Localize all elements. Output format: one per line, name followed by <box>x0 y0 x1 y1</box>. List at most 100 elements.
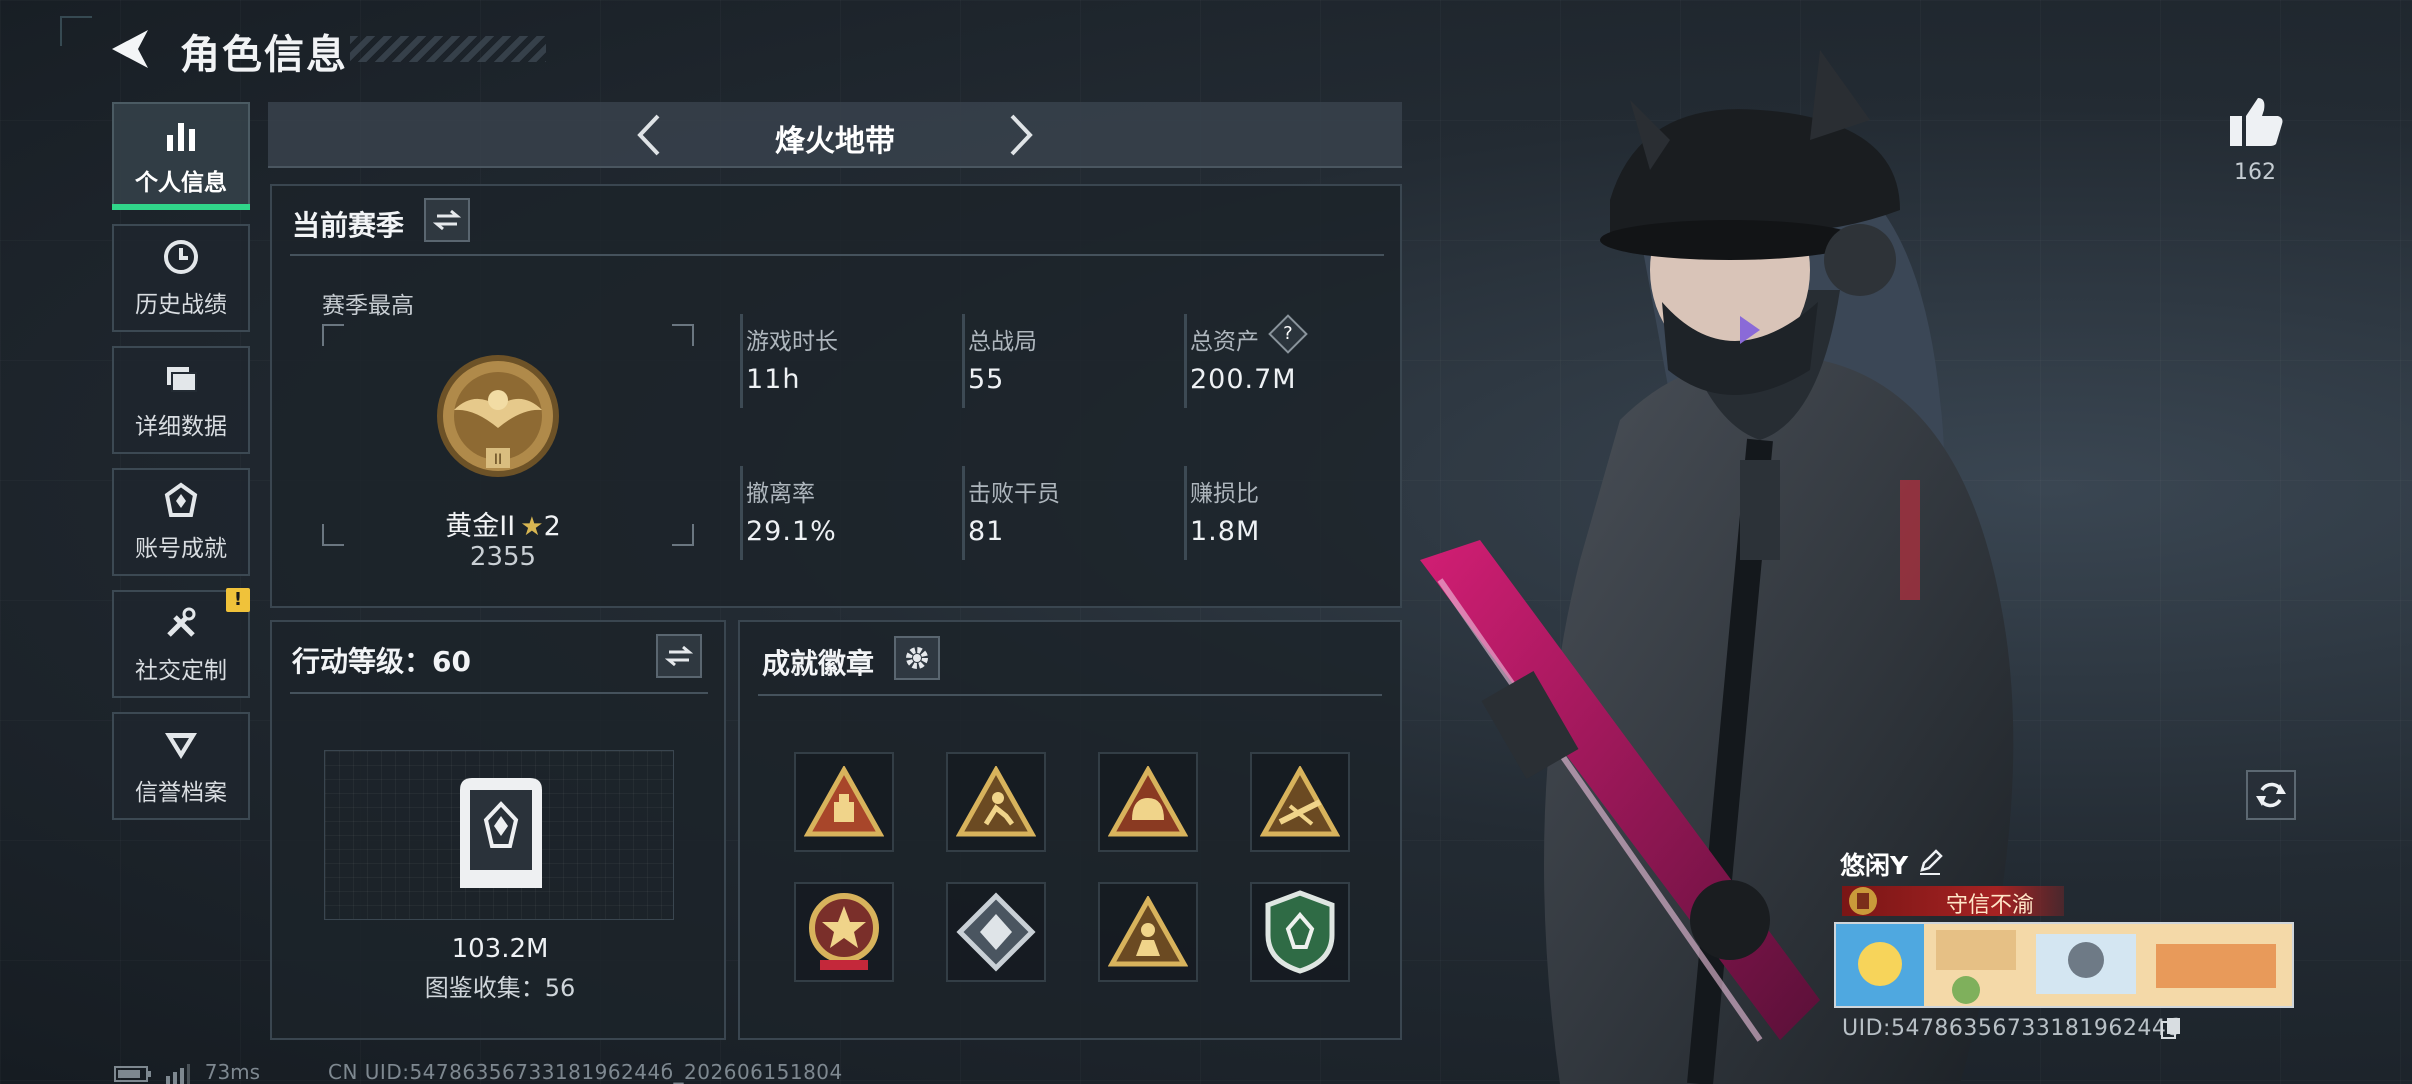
stat-label: 赚损比 <box>1190 481 1259 507</box>
thumbs-up-icon <box>2230 98 2283 146</box>
name-card-banner[interactable] <box>1834 922 2294 1008</box>
sidebar-item-account-achievement[interactable]: 账号成就 <box>112 468 250 576</box>
frame-corner <box>322 524 344 546</box>
sidebar-item-label: 历史战绩 <box>135 292 227 318</box>
stat-marker <box>962 466 965 560</box>
stat-label: 总资产 <box>1190 329 1259 355</box>
mode-next-button[interactable] <box>996 112 1042 158</box>
stat-marker <box>1184 314 1187 408</box>
player-title: 守信不渝 <box>1946 893 2035 918</box>
achievement-badge[interactable] <box>1098 752 1198 852</box>
rank-line: 黄金II ★2 <box>428 504 578 543</box>
rank-score: 2355 <box>469 542 537 572</box>
footer-uid: CN UID:5478635673318196244б_202606151804 <box>328 1060 843 1084</box>
green-shield-badge-icon <box>1265 890 1335 974</box>
gear-icon <box>906 647 928 669</box>
bar-chart-icon <box>167 123 195 151</box>
stat-value: 11h <box>746 364 801 395</box>
player-uid: UID:5478635673318196244б <box>1842 1016 2181 1041</box>
copy-icon <box>2161 1018 2180 1039</box>
stat-label: 击败干员 <box>968 481 1060 507</box>
achievement-panel: 成就徽章 <box>738 620 1402 1040</box>
page-title: 角色信息 <box>180 32 348 78</box>
round-star-medal-icon <box>809 893 879 970</box>
svg-text:II: II <box>494 452 502 468</box>
like-button[interactable] <box>2226 94 2286 150</box>
stat-marker <box>962 314 965 408</box>
swap-icon <box>433 209 461 231</box>
name-card-art <box>1836 924 2292 1006</box>
triangle-badge-rifle-icon <box>1260 766 1340 837</box>
sidebar-item-label: 详细数据 <box>135 414 227 440</box>
sidebar-item-detailed-data[interactable]: 详细数据 <box>112 346 250 454</box>
divider <box>758 694 1382 696</box>
divider <box>290 254 1384 256</box>
action-level-value: 103.2M <box>451 934 549 964</box>
tools-icon <box>167 607 196 637</box>
triangle-badge-weight-icon <box>804 766 884 837</box>
title-decoration <box>350 36 546 62</box>
copy-uid-button[interactable] <box>2160 1016 2182 1040</box>
triangle-badge-helmet-icon <box>1108 766 1188 837</box>
collection-cabinet-icon[interactable] <box>454 774 548 892</box>
edit-name-button[interactable] <box>1916 848 1944 876</box>
action-level-panel: 行动等级：60 103.2M 图鉴收集：56 <box>270 620 726 1040</box>
sidebar-item-history[interactable]: 历史战绩 <box>112 224 250 332</box>
stat-marker <box>740 314 743 408</box>
season-peak-label: 赛季最高 <box>322 293 414 319</box>
stat-marker <box>740 466 743 560</box>
stat-value: 29.1% <box>746 516 837 547</box>
action-level-switch-button[interactable] <box>656 634 702 678</box>
alert-badge: ! <box>226 588 250 612</box>
sidebar-item-personal-info[interactable]: 个人信息 <box>112 102 250 210</box>
back-button[interactable] <box>108 26 156 72</box>
stat-value: 81 <box>968 516 1005 547</box>
achievement-badge[interactable] <box>946 752 1046 852</box>
corner-decoration <box>60 16 92 46</box>
rank-name: 黄金II <box>445 511 516 542</box>
triangle-badge-soldier-icon <box>1108 896 1188 967</box>
battery-icon <box>114 1065 151 1082</box>
rank-stars: 2 <box>543 511 561 542</box>
sidebar-item-reputation[interactable]: 信誉档案 <box>112 712 250 820</box>
help-icon: ? <box>1283 323 1293 344</box>
achievement-badge[interactable] <box>794 882 894 982</box>
mode-title: 烽火地带 <box>775 124 895 159</box>
season-switch-button[interactable] <box>424 198 470 242</box>
achievement-badge[interactable] <box>946 882 1046 982</box>
achievement-badge[interactable] <box>1098 882 1198 982</box>
sidebar-item-label: 账号成就 <box>135 536 227 562</box>
help-button[interactable]: ? <box>1268 314 1308 354</box>
sidebar-item-label: 信誉档案 <box>135 780 227 806</box>
achievement-badge[interactable] <box>794 752 894 852</box>
achievement-icon <box>164 482 198 517</box>
history-clock-icon <box>164 240 198 274</box>
achievement-settings-button[interactable] <box>894 636 940 680</box>
reputation-icon <box>165 733 197 759</box>
back-arrow-icon <box>112 30 148 68</box>
stat-label: 总战局 <box>968 329 1037 355</box>
achievement-badge[interactable] <box>1250 882 1350 982</box>
like-count: 162 <box>2234 160 2276 185</box>
stat-label: 撤离率 <box>746 481 815 507</box>
sidebar-item-label: 个人信息 <box>135 170 227 196</box>
title-emblem-icon <box>1849 887 1877 915</box>
ping-value: 73ms <box>204 1060 261 1084</box>
signal-icon <box>166 1063 191 1084</box>
gold-rank-emblem-icon: II <box>437 355 559 477</box>
diamond-wolf-badge-icon <box>956 892 1036 972</box>
folder-icon <box>167 367 197 392</box>
swap-icon <box>665 645 693 667</box>
action-level-title: 行动等级：60 <box>292 645 471 678</box>
rotate-model-button[interactable] <box>2246 770 2296 820</box>
frame-corner <box>672 524 694 546</box>
stat-value: 200.7M <box>1190 364 1297 395</box>
stat-value: 1.8M <box>1190 516 1261 547</box>
achievement-title: 成就徽章 <box>762 647 875 680</box>
stat-marker <box>1184 466 1187 560</box>
frame-corner <box>672 324 694 346</box>
frame-corner <box>322 324 344 346</box>
season-panel: 当前赛季 赛季最高 II 黄金II ★2 2355 游戏时长 11h 总战局 5… <box>270 184 1402 608</box>
achievement-badge[interactable] <box>1250 752 1350 852</box>
season-title: 当前赛季 <box>292 209 405 242</box>
